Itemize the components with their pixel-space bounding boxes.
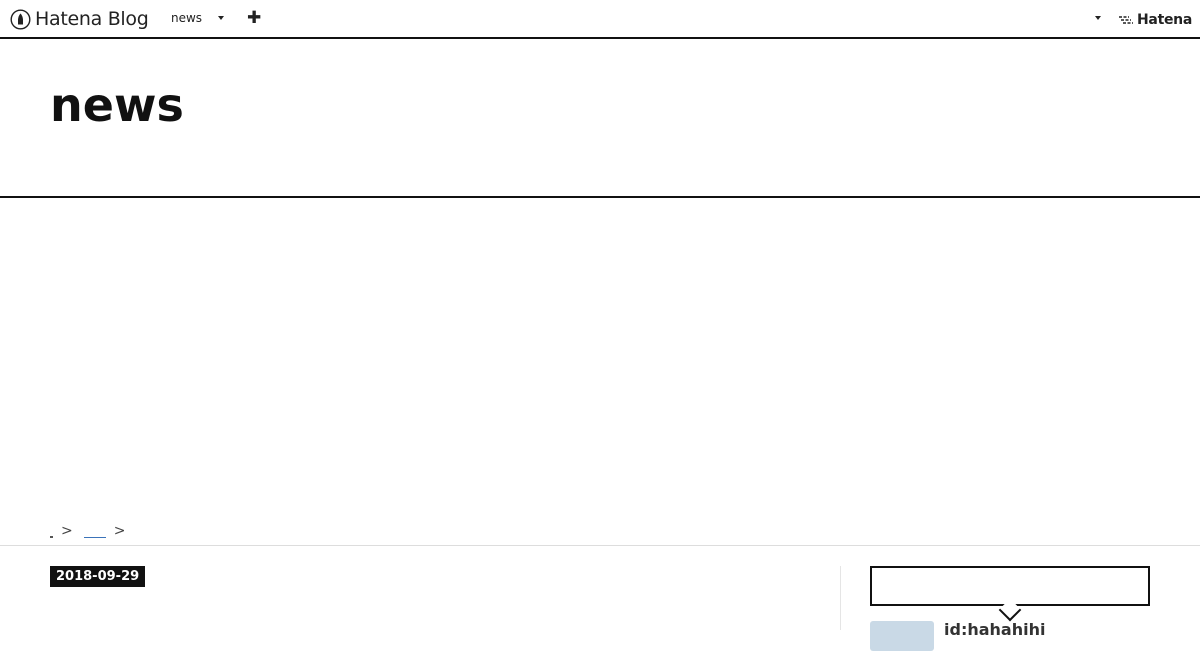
breadcrumb-category-link[interactable] — [83, 525, 106, 538]
hatena-brand-text: Hatena — [1137, 12, 1192, 28]
add-entry-button[interactable]: ✚ — [247, 8, 261, 28]
breadcrumb-separator: > — [61, 523, 73, 539]
hatena-brand-link[interactable]: Hatena — [1118, 10, 1192, 30]
hatena-bird-icon — [1119, 16, 1133, 24]
hatena-blog-logo-icon — [10, 8, 31, 30]
breadcrumb-separator: > — [113, 523, 126, 539]
global-header: Hatena Blog news ✚ Hatena — [0, 0, 1200, 39]
blog-selector[interactable]: news — [171, 11, 202, 25]
blog-title[interactable]: news — [50, 79, 184, 131]
user-menu-dropdown-icon[interactable] — [1095, 16, 1101, 20]
breadcrumb: > > — [50, 522, 132, 540]
avatar[interactable] — [870, 621, 934, 651]
profile-speech-box-tail-cover — [998, 596, 1022, 602]
content-divider — [0, 545, 1200, 546]
hatena-blog-logo[interactable]: Hatena Blog — [10, 7, 149, 31]
breadcrumb-home-link[interactable] — [50, 536, 53, 538]
entry-date[interactable]: 2018-09-29 — [50, 566, 146, 587]
sidebar-divider — [840, 566, 841, 630]
logo-text: Hatena Blog — [35, 8, 149, 30]
blog-title-header: news — [0, 39, 1200, 198]
blog-selector-dropdown-icon[interactable] — [218, 16, 224, 20]
